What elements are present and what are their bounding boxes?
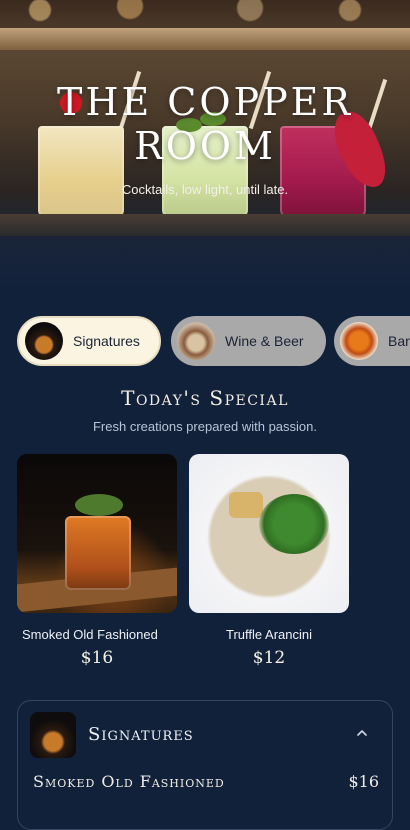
todays-special-heading: Today's Special bbox=[121, 386, 289, 410]
menu-item-price: $16 bbox=[348, 772, 379, 791]
signature-cocktail-thumb bbox=[25, 322, 63, 360]
category-chip-bar[interactable]: Bar bbox=[334, 316, 410, 366]
category-chip-label: Signatures bbox=[73, 333, 140, 349]
category-chip-label: Wine & Beer bbox=[225, 333, 304, 349]
menu-section-title: Signatures bbox=[88, 724, 194, 745]
hero-banner: THE COPPER ROOM Cocktails, low light, un… bbox=[0, 0, 410, 290]
category-chip-wine-beer[interactable]: Wine & Beer bbox=[171, 316, 326, 366]
wine-beer-thumb bbox=[177, 322, 215, 360]
restaurant-title: THE COPPER ROOM bbox=[56, 80, 354, 168]
hero-bar-counter bbox=[0, 214, 410, 236]
menu-section-signatures: Signatures Smoked Old Fashioned $16 bbox=[17, 700, 393, 830]
category-chip-signatures[interactable]: Signatures bbox=[17, 316, 161, 366]
restaurant-tagline: Cocktails, low light, until late. bbox=[121, 182, 289, 197]
truffle-arancini-photo bbox=[189, 454, 349, 613]
smoked-old-fashioned-photo bbox=[17, 454, 177, 613]
chevron-up-icon[interactable] bbox=[352, 725, 372, 745]
special-item-price: $16 bbox=[80, 648, 114, 668]
special-card-smoked-old-fashioned[interactable]: Smoked Old Fashioned $16 bbox=[17, 454, 177, 668]
signature-cocktail-thumb bbox=[30, 712, 76, 758]
todays-special-subtitle: Fresh creations prepared with passion. bbox=[92, 419, 317, 434]
menu-item-name: Smoked Old Fashioned bbox=[33, 772, 225, 791]
special-card-truffle-arancini[interactable]: Truffle Arancini $12 bbox=[189, 454, 349, 668]
special-item-price: $12 bbox=[252, 648, 286, 668]
menu-section-header[interactable]: Signatures bbox=[30, 712, 380, 758]
bar-bites-thumb bbox=[340, 322, 378, 360]
special-item-name: Smoked Old Fashioned bbox=[22, 627, 158, 642]
hero-bar-shelf bbox=[0, 28, 410, 50]
menu-item-row[interactable]: Smoked Old Fashioned $16 bbox=[33, 772, 379, 796]
special-item-name: Truffle Arancini bbox=[226, 627, 312, 642]
category-chip-label: Bar bbox=[388, 333, 410, 349]
category-chips: Signatures Wine & Beer Bar bbox=[17, 316, 410, 366]
